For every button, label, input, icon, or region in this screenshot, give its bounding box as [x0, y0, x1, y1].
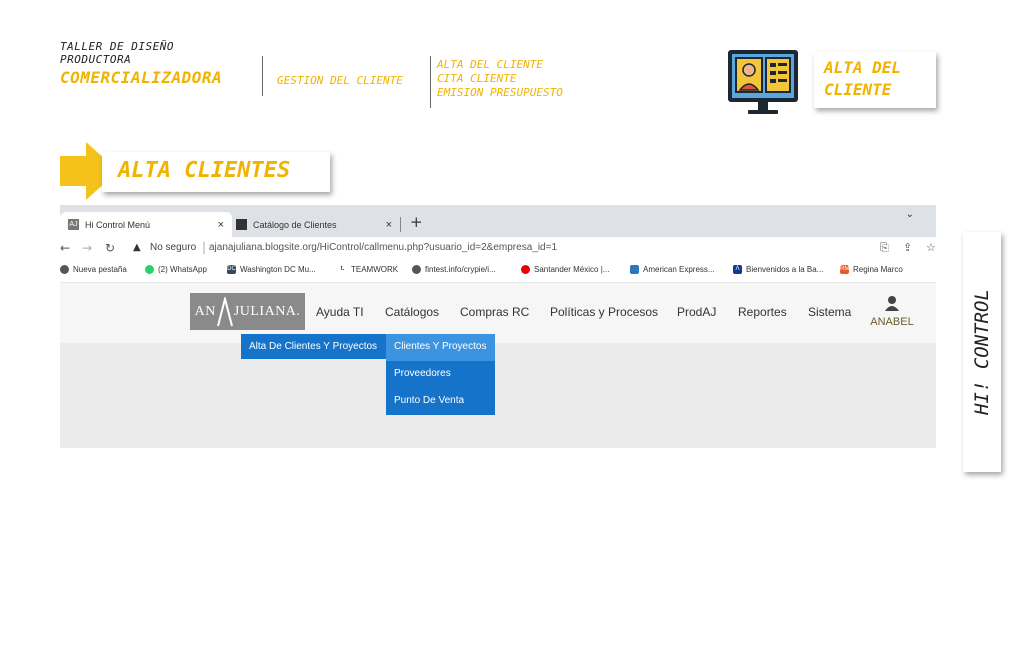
tab-catalogo-clientes[interactable]: Catálogo de Clientes × [228, 212, 400, 237]
submenu-item: ALTA DEL CLIENTE [437, 58, 543, 71]
section-banner: ALTA CLIENTES [102, 152, 330, 192]
teamwork-icon: t. [338, 265, 347, 274]
dc-icon: DC [227, 265, 236, 274]
divider [262, 56, 263, 96]
company-line-1: TALLER DE DISEÑO [60, 40, 174, 53]
submenu-punto-de-venta[interactable]: Punto De Venta [386, 388, 495, 415]
bookmarks-bar: Nueva pestaña (2) WhatsApp DC Washington … [60, 261, 936, 283]
bank-icon: Λ [733, 265, 742, 274]
browser-window: AJ Hi Control Menú × Catálogo de Cliente… [60, 205, 936, 448]
whatsapp-icon [145, 265, 154, 274]
page-title-line-2: CLIENTE [824, 80, 892, 99]
tab-separator [400, 217, 401, 232]
company-name: TALLER DE DISEÑO PRODUCTORA COMERCIALIZA… [60, 40, 222, 87]
bookmark-item[interactable]: American Express... [630, 265, 715, 274]
close-tab-icon[interactable]: × [218, 219, 224, 231]
company-line-2: PRODUCTORA [60, 53, 132, 66]
bookmark-item[interactable]: RM Regina Marco [840, 265, 903, 274]
close-tab-icon[interactable]: × [386, 219, 392, 231]
menu-sistema[interactable]: Sistema [808, 305, 851, 319]
submenu-list: ALTA DEL CLIENTE CITA CLIENTE EMISION PR… [437, 58, 563, 100]
section-label: GESTION DEL CLIENTE [277, 74, 403, 87]
catalog-favicon-icon [236, 219, 247, 230]
rm-icon: RM [840, 265, 850, 274]
bookmark-item[interactable]: fintest.info/crypie/i... [412, 265, 496, 274]
menu-reportes[interactable]: Reportes [738, 305, 787, 319]
site-navbar: AN JULIANA. Ayuda TI Catálogos Compras R… [60, 283, 936, 343]
logo-text-left: AN [194, 303, 216, 319]
menu-catalogos[interactable]: Catálogos [385, 305, 439, 319]
tab-label: Catálogo de Clientes [253, 219, 337, 230]
bookmark-item[interactable]: Nueva pestaña [60, 265, 127, 274]
forward-icon[interactable]: → [82, 241, 92, 255]
submenu-item: EMISION PRESUPUESTO [437, 86, 563, 99]
monitor-profile-icon [728, 50, 798, 114]
dropdown-alta-clientes-proyectos[interactable]: Alta De Clientes Y Proyectos [241, 334, 386, 359]
page-title-card: ALTA DEL CLIENTE [814, 52, 936, 108]
user-name: ANABEL [870, 316, 914, 328]
tab-label: Hi Control Menú [85, 219, 151, 230]
bookmark-item[interactable]: (2) WhatsApp [145, 265, 207, 274]
user-menu[interactable]: ANABEL [868, 295, 916, 328]
tab-hi-control-menu[interactable]: AJ Hi Control Menú × [60, 212, 232, 237]
security-label[interactable]: No seguro [150, 242, 196, 253]
user-avatar-icon [885, 296, 899, 311]
bookmark-item[interactable]: Santander México |... [521, 265, 609, 274]
address-bar: ← → ↻ ▲ No seguro | ajanajuliana.blogsit… [60, 237, 936, 261]
tab-search-chevron-icon[interactable]: ⌄ [906, 209, 914, 220]
share-icon[interactable]: ⇪ [903, 241, 912, 254]
logo-text-right: JULIANA. [233, 303, 301, 319]
address-separator: | [202, 240, 207, 254]
submenu-item: CITA CLIENTE [437, 72, 517, 85]
globe-icon [412, 265, 421, 274]
side-label: HI! CONTROL [971, 289, 993, 415]
ajuliana-favicon-icon: AJ [68, 219, 79, 230]
santander-icon [521, 265, 530, 274]
submenu-clientes-proyectos[interactable]: Clientes Y Proyectos [386, 334, 495, 361]
bookmark-star-icon[interactable]: ☆ [926, 241, 936, 254]
bookmark-item[interactable]: DC Washington DC Mu... [227, 265, 316, 274]
reload-icon[interactable]: ↻ [105, 241, 115, 255]
globe-icon [60, 265, 69, 274]
warning-icon[interactable]: ▲ [133, 242, 141, 253]
menu-ayuda-ti[interactable]: Ayuda TI [316, 305, 364, 319]
menu-compras-rc[interactable]: Compras RC [460, 305, 529, 319]
submenu-proveedores[interactable]: Proveedores [386, 361, 495, 388]
translate-icon[interactable]: ⎘ [880, 241, 889, 255]
bookmark-item[interactable]: Λ Bienvenidos a la Ba... [733, 265, 823, 274]
company-line-3: COMERCIALIZADORA [60, 68, 223, 87]
logo-a-mark-icon [216, 296, 233, 326]
dropdown-submenu: Clientes Y Proyectos Proveedores Punto D… [386, 334, 495, 415]
url-field[interactable]: ajanajuliana.blogsite.org/HiControl/call… [209, 242, 557, 253]
menu-politicas-procesos[interactable]: Políticas y Procesos [550, 305, 658, 319]
menu-prodaj[interactable]: ProdAJ [677, 305, 716, 319]
back-icon[interactable]: ← [60, 241, 70, 255]
bookmark-item[interactable]: t. TEAMWORK [338, 265, 398, 274]
divider [430, 56, 431, 108]
side-label-card: HI! CONTROL [963, 232, 1001, 472]
site-logo[interactable]: AN JULIANA. [190, 293, 305, 330]
new-tab-button[interactable]: + [410, 213, 423, 231]
amex-icon [630, 265, 639, 274]
page-content [60, 343, 936, 448]
page-title-line-1: ALTA DEL [824, 58, 902, 77]
tab-bar: AJ Hi Control Menú × Catálogo de Cliente… [60, 205, 936, 237]
